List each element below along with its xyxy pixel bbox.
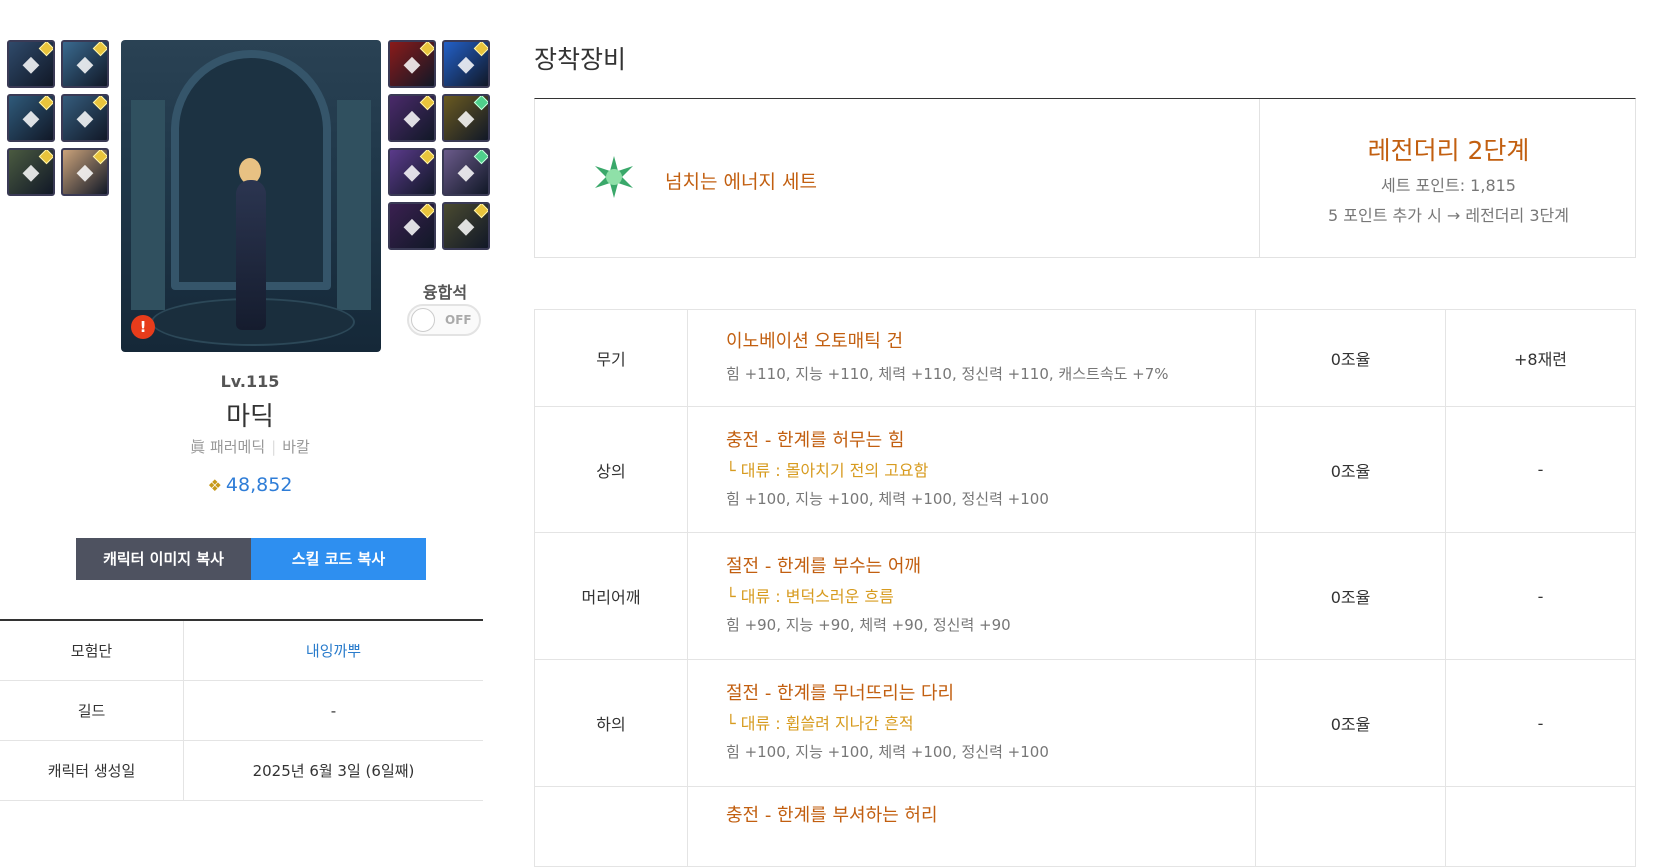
boots-icon[interactable]: ◆ (7, 148, 55, 196)
equipment-reforge: +8재련 (1445, 309, 1636, 407)
alert-icon[interactable]: ! (131, 315, 155, 339)
character-server: 바칼 (282, 438, 310, 456)
equipment-slot-name: 하의 (534, 659, 688, 787)
claw-icon[interactable]: ◆ (442, 94, 490, 142)
info-value: - (183, 680, 483, 741)
set-next-grade: 5 포인트 추가 시 → 레전더리 3단계 (1328, 206, 1569, 225)
power-value: 48,852 (225, 474, 293, 496)
equipment-name[interactable]: 절전 - 한계를 부수는 어깨 (726, 554, 1254, 580)
equipment-tune: 0조율 (1255, 532, 1446, 660)
equipment-tune: 0조율 (1255, 309, 1446, 407)
equipment-reforge: - (1445, 532, 1636, 660)
equipment-detail: 절전 - 한계를 무너뜨리는 다리 └ 대류 : 휩쓸려 지나간 흔적 힘 +1… (687, 659, 1256, 787)
equipment-stats: 힘 +110, 지능 +110, 체력 +110, 정신력 +110, 캐스트속… (726, 365, 1169, 383)
equipment-stats: 힘 +100, 지능 +100, 체력 +100, 정신력 +100 (726, 489, 1049, 508)
equipment-slot-name: 상의 (534, 406, 688, 533)
equipment-row: 무기 이노베이션 오토매틱 건 힘 +110, 지능 +110, 체력 +110… (534, 309, 1636, 407)
armor-icon[interactable]: ◆ (61, 40, 109, 88)
equipment-fusion: └ 대류 : 휩쓸려 지나간 흔적 (726, 714, 914, 733)
section-title: 장착장비 (534, 45, 627, 74)
equipment-detail: 이노베이션 오토매틱 건 힘 +110, 지능 +110, 체력 +110, 정… (687, 309, 1256, 407)
character-figure-body (236, 180, 266, 330)
set-name[interactable]: 넘치는 에너지 세트 (665, 167, 817, 194)
set-effect-box: 넘치는 에너지 세트 레전더리 2단계 세트 포인트: 1,815 5 포인트 … (534, 98, 1636, 258)
equipment-tune: 0조율 (1255, 659, 1446, 787)
adventure-team-link[interactable]: 내잉까뿌 (183, 620, 483, 681)
portrait-pillar-right (337, 100, 371, 310)
equipment-reforge: - (1445, 659, 1636, 787)
character-level: Lv.115 (220, 372, 280, 391)
info-value: 2025년 6월 3일 (6일째) (183, 740, 483, 801)
copy-skill-code-button[interactable]: 스킬 코드 복사 (251, 538, 426, 580)
equipment-name[interactable]: 충전 - 한계를 허무는 힘 (726, 428, 1254, 454)
boot-icon[interactable]: ◆ (442, 148, 490, 196)
equipment-row: 머리어깨 절전 - 한계를 부수는 어깨 └ 대류 : 변덕스러운 흐름 힘 +… (534, 532, 1636, 660)
info-key: 모험단 (0, 620, 184, 681)
hamster-icon[interactable]: ◆ (61, 148, 109, 196)
equipment-slot-name: 무기 (534, 309, 688, 407)
fusion-toggle[interactable]: OFF (407, 304, 481, 336)
equipment-tune: 0조율 (1255, 406, 1446, 533)
fusion-label: 융합석 (422, 283, 468, 302)
equipment-reforge (1445, 786, 1636, 867)
helmet-icon[interactable]: ◆ (7, 40, 55, 88)
info-key: 길드 (0, 680, 184, 741)
power-icon: ❖ (207, 476, 222, 495)
portrait-pillar-left (131, 100, 165, 310)
blade-icon[interactable]: ◆ (442, 202, 490, 250)
set-grade: 레전더리 2단계 (1367, 136, 1530, 165)
equipment-table: 무기 이노베이션 오토매틱 건 힘 +110, 지능 +110, 체력 +110… (534, 309, 1636, 867)
equipment-fusion: └ 대류 : 변덕스러운 흐름 (726, 587, 894, 606)
info-row: 캐릭터 생성일 2025년 6월 3일 (6일째) (0, 740, 483, 801)
equipment-detail: 충전 - 한계를 허무는 힘 └ 대류 : 몰아치기 전의 고요함 힘 +100… (687, 406, 1256, 533)
copy-image-button[interactable]: 캐릭터 이미지 복사 (76, 538, 251, 580)
equipment-slot-name: 머리어깨 (534, 532, 688, 660)
character-name: 마딕 (226, 402, 274, 432)
toggle-text: OFF (445, 313, 472, 327)
orb-icon[interactable]: ◆ (388, 94, 436, 142)
info-row: 모험단 내잉까뿌 (0, 620, 483, 681)
equipment-fusion: └ 대류 : 몰아치기 전의 고요함 (726, 460, 929, 480)
ring-icon[interactable]: ◆ (388, 202, 436, 250)
equipment-detail: 절전 - 한계를 부수는 어깨 └ 대류 : 변덕스러운 흐름 힘 +90, 지… (687, 532, 1256, 660)
set-point: 세트 포인트: 1,815 (1381, 176, 1516, 195)
energy-set-icon (595, 156, 633, 198)
character-info-table: 모험단 내잉까뿌 길드 - 캐릭터 생성일 2025년 6월 3일 (6일째) (0, 619, 483, 801)
equipment-reforge: - (1445, 406, 1636, 533)
separator: | (271, 438, 277, 456)
equipment-row: 충전 - 한계를 부셔하는 허리 (534, 786, 1636, 867)
info-key: 캐릭터 생성일 (0, 740, 184, 801)
equipment-stats: 힘 +90, 지능 +90, 체력 +90, 정신력 +90 (726, 616, 1011, 634)
shoulder-icon[interactable]: ◆ (7, 94, 55, 142)
stone-icon[interactable]: ◆ (388, 148, 436, 196)
equipment-name[interactable]: 충전 - 한계를 부셔하는 허리 (726, 803, 1254, 829)
character-portrait: ! (121, 40, 381, 352)
info-row: 길드 - (0, 680, 483, 741)
box-icon[interactable]: ◆ (388, 40, 436, 88)
character-job: 眞 패러메딕 (190, 438, 266, 456)
pants-icon[interactable]: ◆ (61, 94, 109, 142)
equipment-slot-name (534, 786, 688, 867)
equipment-stats: 힘 +100, 지능 +100, 체력 +100, 정신력 +100 (726, 743, 1049, 761)
equipment-detail: 충전 - 한계를 부셔하는 허리 (687, 786, 1256, 867)
equipment-tune (1255, 786, 1446, 867)
toggle-knob (411, 308, 435, 332)
crystal-icon[interactable]: ◆ (442, 40, 490, 88)
equipment-row: 상의 충전 - 한계를 허무는 힘 └ 대류 : 몰아치기 전의 고요함 힘 +… (534, 406, 1636, 533)
character-power: ❖ 48,852 (150, 474, 350, 496)
equipment-name[interactable]: 이노베이션 오토매틱 건 (726, 329, 1254, 355)
equipment-row: 하의 절전 - 한계를 무너뜨리는 다리 └ 대류 : 휩쓸려 지나간 흔적 힘… (534, 659, 1636, 787)
equipment-name[interactable]: 절전 - 한계를 무너뜨리는 다리 (726, 681, 1254, 707)
character-job-server: 眞 패러메딕 | 바칼 (140, 436, 360, 457)
